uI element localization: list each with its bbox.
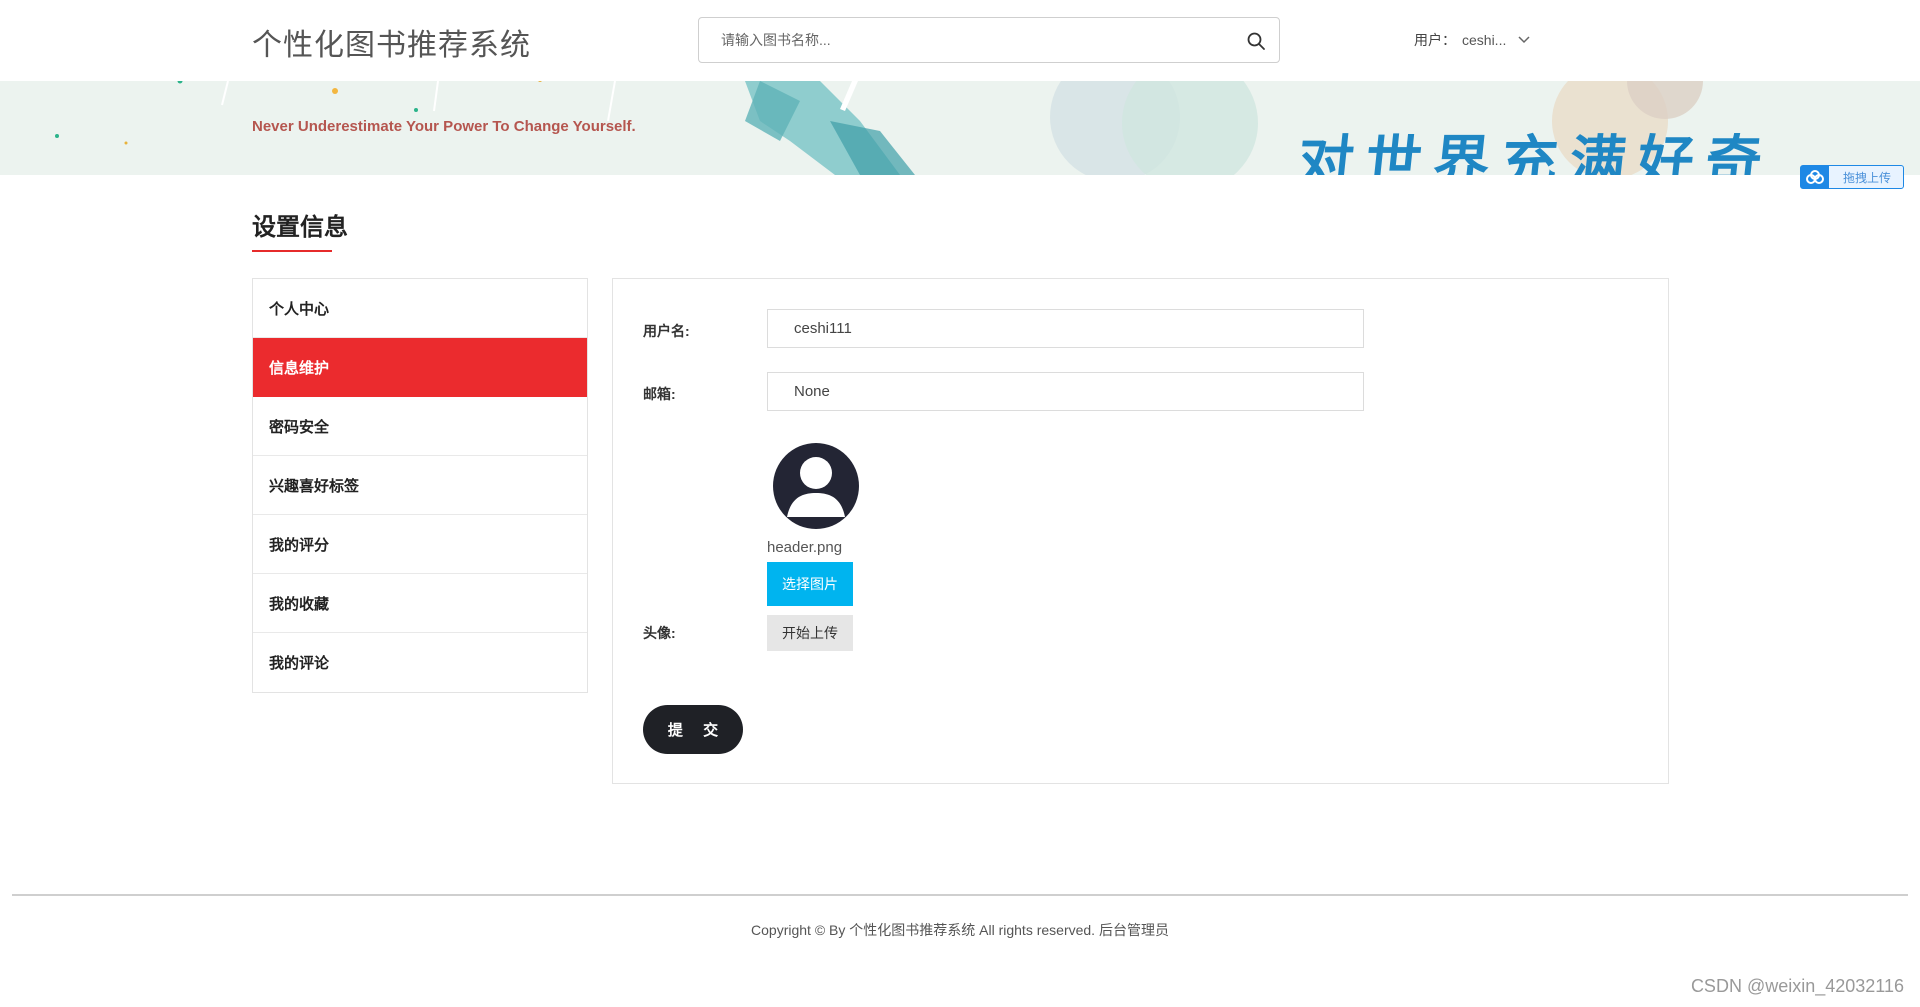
email-label: 邮箱:	[643, 386, 676, 402]
cloud-icon	[1801, 166, 1829, 188]
sidebar-item-my-comments[interactable]: 我的评论	[253, 633, 587, 692]
sidebar-item-info-maintenance[interactable]: 信息维护	[253, 338, 587, 397]
sidebar-item-my-favorites[interactable]: 我的收藏	[253, 574, 587, 633]
sidebar-item-my-ratings[interactable]: 我的评分	[253, 515, 587, 574]
user-menu[interactable]: 用户： ceshi...	[1414, 30, 1530, 50]
banner-slogan: 对世界充满好奇	[1294, 130, 1777, 175]
drag-upload-badge[interactable]: 拖拽上传	[1800, 165, 1904, 189]
title-underline	[252, 250, 332, 252]
avatar-filename: header.png	[767, 539, 843, 556]
start-upload-button[interactable]: 开始上传	[767, 615, 853, 651]
choose-image-button[interactable]: 选择图片	[767, 562, 853, 606]
avatar-label: 头像:	[643, 625, 676, 641]
banner: Never Underestimate Your Power To Change…	[0, 81, 1920, 175]
footer-divider	[12, 894, 1908, 896]
user-silhouette-icon	[787, 457, 845, 517]
user-label: 用户：	[1414, 32, 1456, 48]
search-box	[698, 17, 1280, 63]
email-field[interactable]	[767, 372, 1364, 411]
sidebar-item-password-security[interactable]: 密码安全	[253, 397, 587, 456]
page-title: 设置信息	[252, 214, 348, 241]
site-title[interactable]: 个性化图书推荐系统	[252, 20, 531, 64]
info-form-panel: 用户名: 邮箱: header.png 选择图片 头像: 开始上传 提 交	[612, 278, 1669, 784]
chevron-down-icon	[1518, 36, 1530, 44]
copyright-text: Copyright © By 个性化图书推荐系统 All rights rese…	[751, 922, 1169, 938]
avatar[interactable]	[773, 443, 859, 529]
drag-upload-label: 拖拽上传	[1843, 170, 1892, 185]
search-icon[interactable]	[1245, 30, 1267, 52]
banner-tagline: Never Underestimate Your Power To Change…	[252, 118, 636, 135]
settings-sidebar: 个人中心 信息维护 密码安全 兴趣喜好标签 我的评分 我的收藏 我的评论	[252, 278, 588, 693]
username-field[interactable]	[767, 309, 1364, 348]
sidebar-item-personal-center[interactable]: 个人中心	[253, 279, 587, 338]
csdn-watermark: CSDN @weixin_42032116	[1690, 976, 1904, 996]
search-input[interactable]	[719, 18, 1229, 62]
sidebar-item-interest-tags[interactable]: 兴趣喜好标签	[253, 456, 587, 515]
submit-button[interactable]: 提 交	[643, 705, 743, 754]
top-header: 个性化图书推荐系统 用户： ceshi...	[0, 0, 1920, 81]
username-label: 用户名:	[643, 323, 690, 339]
user-name: ceshi...	[1462, 32, 1507, 48]
